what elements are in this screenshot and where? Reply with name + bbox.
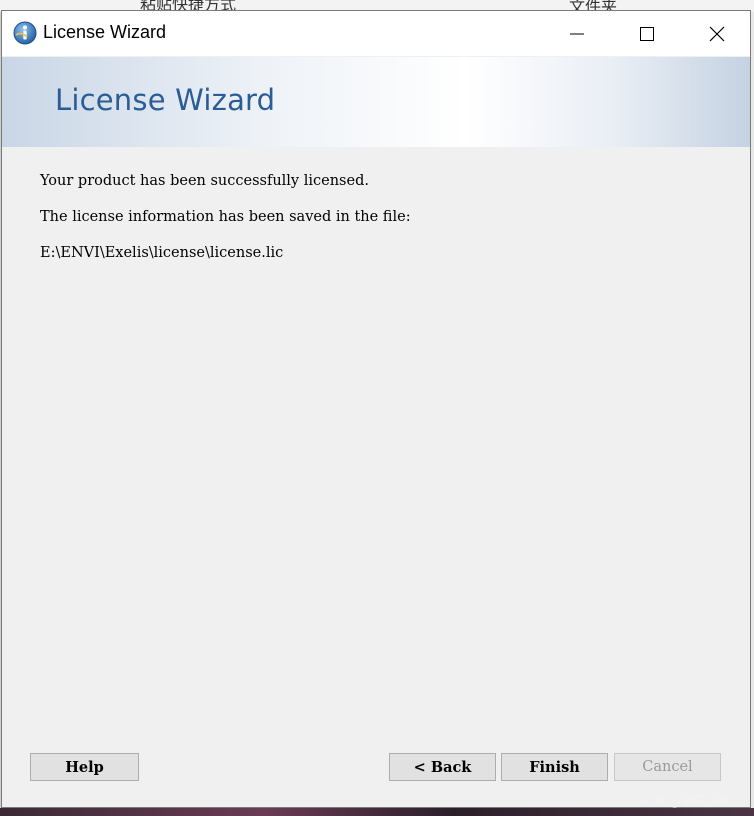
minimize-icon [570,33,584,34]
saved-info-message: The license information has been saved i… [40,209,411,225]
success-message: Your product has been successfully licen… [40,173,369,189]
info-app-icon [13,21,37,45]
csdn-watermark: CSDN @幽荧286 [627,794,733,809]
close-icon [709,26,725,41]
title-bar[interactable]: License Wizard [2,11,750,56]
license-file-path: E:\ENVI\Exelis\license\license.lic [40,245,284,261]
minimize-button[interactable] [542,11,612,56]
wizard-header-title: License Wizard [55,83,276,117]
back-button[interactable]: < Back [389,753,496,781]
finish-button[interactable]: Finish [501,753,608,781]
help-button[interactable]: Help [30,753,139,781]
maximize-icon [640,26,654,41]
wizard-header-banner: License Wizard [2,57,750,147]
cancel-button-disabled: Cancel [614,753,721,781]
close-button[interactable] [682,11,752,56]
background-desktop-strip [0,808,754,816]
window-title: License Wizard [43,22,167,42]
maximize-button[interactable] [612,11,682,56]
license-wizard-window: License Wizard License Wizard Your produ… [1,10,751,808]
